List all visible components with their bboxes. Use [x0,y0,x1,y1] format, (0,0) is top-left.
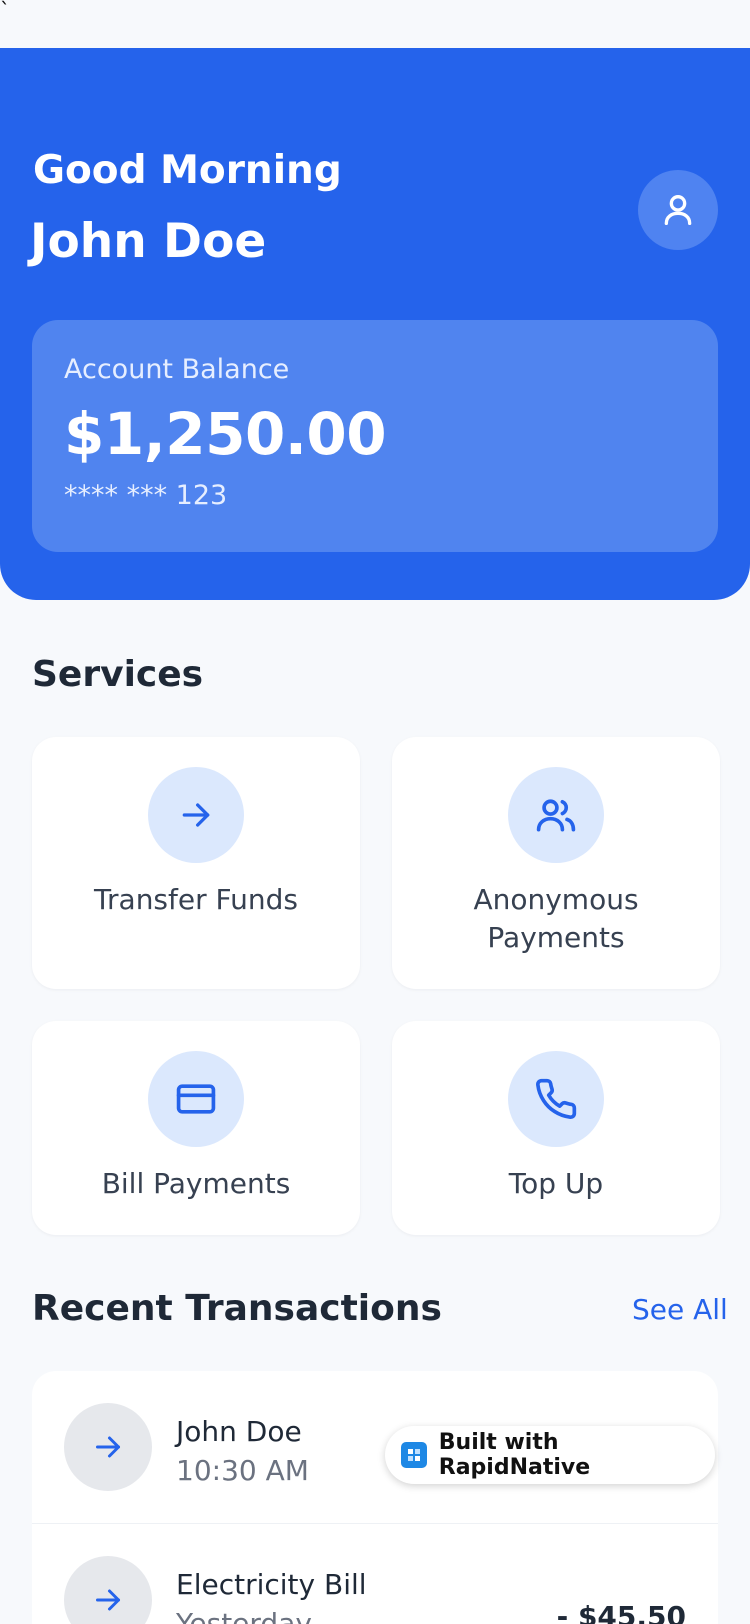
balance-amount: $1,250.00 [64,400,387,468]
user-name: John Doe [30,214,267,269]
services-title: Services [32,654,204,695]
balance-label: Account Balance [64,354,290,385]
transactions-list: John Doe 10:30 AM Electricity Bill Yeste… [32,1371,718,1624]
rapidnative-badge[interactable]: Built with RapidNative [385,1426,715,1484]
greeting-text: Good Morning [33,148,342,193]
service-bill-payments[interactable]: Bill Payments [32,1021,360,1235]
recent-transactions-title: Recent Transactions [32,1288,442,1329]
grid-icon [407,1449,420,1461]
transaction-time: 10:30 AM [176,1454,309,1487]
service-transfer-funds[interactable]: Transfer Funds [32,737,360,989]
status-bar: ` [0,0,750,48]
rapidnative-badge-text: Built with RapidNative [438,1430,591,1480]
arrow-right-icon [96,1589,120,1611]
transaction-icon-bg [64,1556,152,1624]
transaction-amount: - $45.50 [556,1600,686,1624]
transaction-icon-bg [64,1403,152,1491]
phone-icon [536,1078,577,1119]
users-icon [536,799,576,832]
service-label: Top Up [508,1167,604,1200]
service-label: Bill Payments [101,1167,291,1200]
service-icon-bg [508,767,604,863]
service-label: Transfer Funds [94,883,298,916]
service-icon-bg [508,1051,604,1147]
header: Good Morning John Doe Account Balance $1… [0,48,750,600]
see-all-link[interactable]: See All [632,1293,728,1326]
transaction-name: Electricity Bill [176,1568,367,1601]
transaction-name: John Doe [176,1415,302,1448]
transaction-row[interactable]: Electricity Bill Yesterday - $45.50 [32,1523,718,1624]
arrow-right-icon [182,803,210,827]
profile-avatar-button[interactable] [638,170,718,250]
account-number: **** *** 123 [64,480,228,511]
balance-card[interactable]: Account Balance $1,250.00 **** *** 123 [32,320,718,552]
credit-card-icon [176,1084,216,1114]
arrow-right-icon [96,1436,120,1458]
rapidnative-logo-icon [401,1442,427,1468]
service-anonymous-payments[interactable]: Anonymous Payments [392,737,720,989]
user-icon [664,195,692,225]
transaction-time: Yesterday [176,1607,312,1624]
service-top-up[interactable]: Top Up [392,1021,720,1235]
status-mark: ` [0,0,10,22]
service-icon-bg [148,1051,244,1147]
service-label: Anonymous Payments [473,883,639,954]
service-icon-bg [148,767,244,863]
